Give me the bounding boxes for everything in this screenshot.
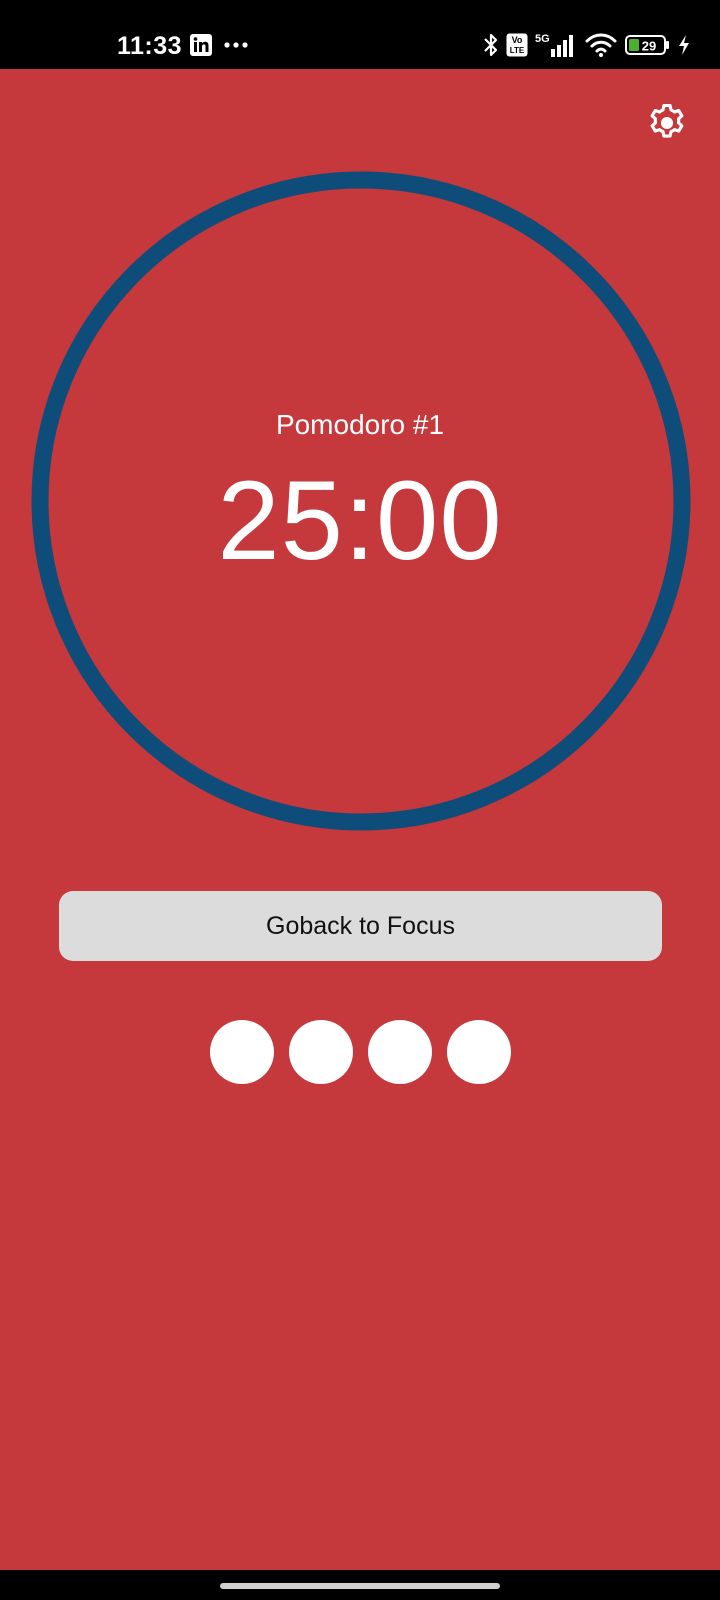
- status-right-icons: Vo LTE 5G 29: [483, 32, 690, 58]
- status-bar: 11:33 Vo LTE 5G 29: [0, 0, 720, 69]
- signal-5g-icon: 5G: [535, 33, 573, 57]
- status-left-icons: [190, 34, 248, 56]
- session-dot: [368, 1020, 432, 1084]
- navigation-bar: [0, 1570, 720, 1600]
- volte-icon: Vo LTE: [506, 33, 528, 57]
- pomodoro-screen: Pomodoro #1 25:00 Goback to Focus: [0, 69, 720, 1570]
- home-gesture-handle[interactable]: [220, 1583, 500, 1589]
- network-label: 5G: [535, 33, 550, 45]
- bluetooth-icon: [484, 33, 498, 57]
- battery-level: 29: [642, 39, 656, 54]
- linkedin-icon: [190, 34, 212, 56]
- goback-to-focus-button[interactable]: Goback to Focus: [59, 891, 662, 961]
- session-progress-dots: [210, 1020, 511, 1084]
- session-dot: [210, 1020, 274, 1084]
- settings-button[interactable]: [645, 101, 689, 145]
- status-time: 11:33: [117, 32, 183, 60]
- session-dot: [289, 1020, 353, 1084]
- gear-icon: [650, 104, 684, 138]
- more-dots-icon: [224, 42, 248, 48]
- battery-icon: 29: [625, 35, 669, 55]
- timer-countdown: 25:00: [217, 458, 503, 583]
- wifi-icon: [585, 33, 617, 57]
- volte-label-bottom: LTE: [510, 46, 525, 55]
- charging-icon: [679, 35, 689, 55]
- volte-label-top: Vo: [512, 35, 523, 45]
- pomodoro-label: Pomodoro #1: [275, 409, 445, 440]
- session-dot: [447, 1020, 511, 1084]
